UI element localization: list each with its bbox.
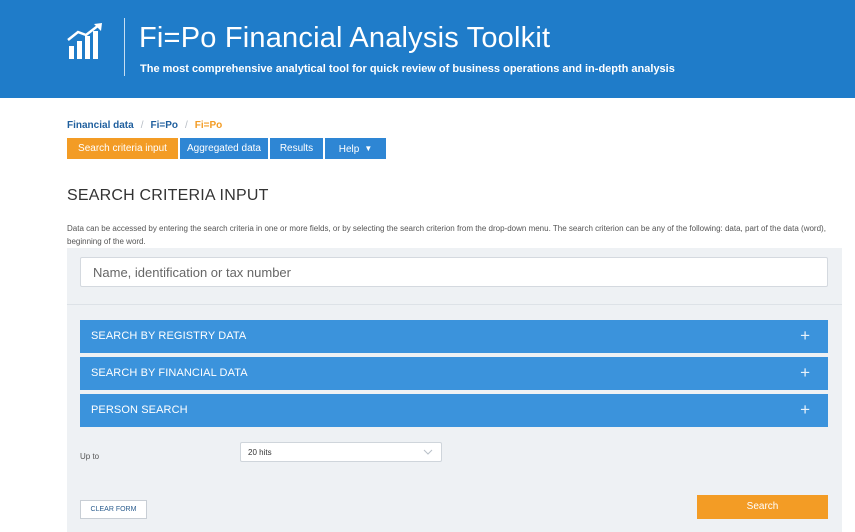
breadcrumb-separator: / [140, 120, 144, 131]
result-limit-value: 20 hits [248, 448, 272, 457]
header-banner: Fi=Po Financial Analysis Toolkit The mos… [0, 0, 855, 98]
banner-divider [124, 18, 125, 76]
accordion-financial-data[interactable]: SEARCH BY FINANCIAL DATA + [80, 357, 828, 390]
tab-search-criteria-input[interactable]: Search criteria input [67, 138, 178, 159]
page-title: SEARCH CRITERIA INPUT [67, 187, 269, 204]
accordion-label: SEARCH BY REGISTRY DATA [91, 330, 247, 342]
plus-icon: + [800, 363, 810, 382]
chevron-down-icon [423, 449, 433, 455]
search-input[interactable] [80, 257, 828, 287]
app-subtitle: The most comprehensive analytical tool f… [140, 63, 675, 75]
chevron-down-icon: ▼ [364, 144, 373, 153]
breadcrumb-fipo[interactable]: Fi=Po [150, 120, 178, 131]
accordion-label: PERSON SEARCH [91, 404, 188, 416]
search-button[interactable]: Search [697, 495, 828, 519]
breadcrumb-separator: / [184, 120, 188, 131]
accordion-label: SEARCH BY FINANCIAL DATA [91, 367, 248, 379]
divider [67, 304, 842, 305]
accordion-person-search[interactable]: PERSON SEARCH + [80, 394, 828, 427]
breadcrumb: Financial data / Fi=Po / Fi=Po [67, 120, 222, 131]
tab-results[interactable]: Results [270, 138, 323, 159]
plus-icon: + [800, 400, 810, 419]
breadcrumb-current: Fi=Po [194, 120, 223, 131]
accordion-registry-data[interactable]: SEARCH BY REGISTRY DATA + [80, 320, 828, 353]
bar-chart-growth-icon [67, 23, 102, 59]
clear-form-button[interactable]: CLEAR FORM [80, 500, 147, 519]
tab-help[interactable]: Help ▼ [325, 138, 386, 159]
plus-icon: + [800, 326, 810, 345]
tab-aggregated-data[interactable]: Aggregated data [180, 138, 268, 159]
intro-text: Data can be accessed by entering the sea… [67, 224, 826, 246]
tab-help-label: Help [338, 144, 360, 155]
result-limit-label: Up to [80, 452, 100, 461]
result-limit-select[interactable]: 20 hits [240, 442, 442, 462]
search-form-panel [67, 248, 842, 532]
breadcrumb-financial-data[interactable]: Financial data [67, 120, 134, 131]
app-title: Fi=Po Financial Analysis Toolkit [139, 22, 551, 54]
